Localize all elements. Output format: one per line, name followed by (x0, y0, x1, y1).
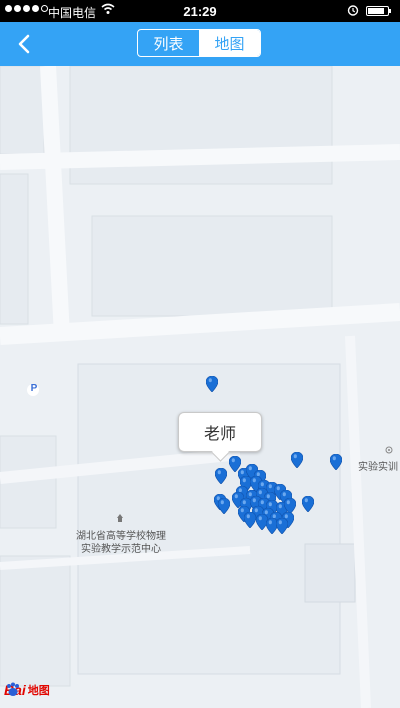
tab-map[interactable]: 地图 (199, 30, 260, 56)
map-base (0, 66, 400, 708)
map-marker[interactable] (218, 498, 230, 514)
map-pin-icon (218, 498, 230, 514)
map-marker[interactable] (330, 454, 342, 470)
callout-label: 老师 (203, 426, 236, 443)
battery-icon (366, 6, 391, 16)
map-pin-icon (206, 376, 218, 392)
status-bar: 中国电信 21:29 (0, 0, 400, 22)
parking-label: P (30, 383, 38, 394)
map-pin-icon (302, 496, 314, 512)
view-mode-segmented-control: 列表 地图 (137, 29, 261, 57)
map-marker[interactable] (206, 376, 218, 392)
baidu-map-logo: Bai 地图 (4, 682, 50, 698)
map-view[interactable]: P 湖北省高等学校物理 实验教学示范中心 实验实训 老师 Bai 地图 (0, 66, 400, 708)
screen: 中国电信 21:29 列表 地图 P 湖北省高等学校物理 实验教学示范中心 实验… (0, 0, 400, 708)
poi-label-line2: 实验教学示范中心 (81, 544, 161, 555)
tab-list[interactable]: 列表 (138, 30, 199, 56)
map-pin-icon (244, 512, 256, 528)
map-marker[interactable] (276, 518, 288, 534)
map-marker[interactable] (302, 496, 314, 512)
baidu-logo-map-text: 地图 (27, 685, 50, 697)
map-pin-icon (276, 518, 288, 534)
status-time: 21:29 (183, 4, 217, 19)
back-button[interactable] (6, 26, 42, 62)
map-marker[interactable] (215, 468, 227, 484)
map-marker[interactable] (244, 512, 256, 528)
map-pin-icon (291, 452, 303, 468)
marker-callout[interactable]: 老师 (178, 412, 262, 452)
nav-bar: 列表 地图 (0, 22, 400, 66)
poi-label-right: 实验实训 (358, 462, 398, 473)
alarm-icon (347, 4, 359, 19)
poi-label-physics-center[interactable]: 湖北省高等学校物理 实验教学示范中心 (60, 530, 182, 556)
poi-label-line1: 湖北省高等学校物理 (76, 531, 166, 542)
map-marker[interactable] (291, 452, 303, 468)
chevron-left-icon (18, 34, 30, 54)
battery-level (368, 8, 384, 14)
map-pin-icon (215, 468, 227, 484)
paw-icon (7, 682, 19, 696)
map-pin-icon (330, 454, 342, 470)
